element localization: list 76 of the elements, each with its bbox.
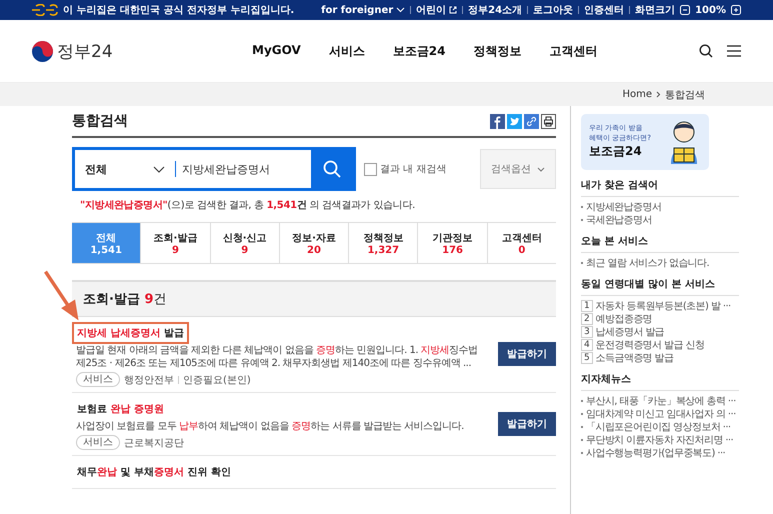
result-description: 사업장이 보험료를 모두 납부하여 체납액이 없음을 증명하는 서류를 발급받는 서비스입니다. bbox=[76, 420, 465, 433]
sidebar-link[interactable]: 사업수행능력평가(업무중복도) ··· bbox=[586, 446, 726, 460]
zoom-label: 화면크기 bbox=[635, 4, 676, 17]
search-icon[interactable] bbox=[699, 44, 713, 58]
chevron-down-icon bbox=[153, 166, 165, 172]
checkbox[interactable] bbox=[364, 162, 377, 176]
emblem-icon bbox=[32, 4, 58, 16]
top-link[interactable]: for foreigner bbox=[321, 4, 406, 16]
section-title: 조회·발급 9건 bbox=[83, 291, 167, 308]
nav-item[interactable]: 보조금24 bbox=[392, 42, 446, 60]
rank-number: 4 bbox=[581, 338, 593, 350]
sidebar-link[interactable]: 국세완납증명서 bbox=[586, 212, 652, 226]
rank-number: 2 bbox=[581, 312, 593, 324]
sidebar-link[interactable]: 예방접종증명 bbox=[596, 312, 652, 326]
result-title[interactable]: 채무완납 및 부채증명서 진위 확인 bbox=[72, 461, 236, 483]
meta-text: 행정안전부 bbox=[124, 374, 174, 386]
checkbox-label: 결과 내 재검색 bbox=[380, 163, 446, 176]
page-title: 통합검색 bbox=[72, 112, 128, 130]
search-field[interactable]: 전체 지방세완납증명서 bbox=[72, 147, 356, 191]
sidebar-heading: 지자체뉴스 bbox=[581, 372, 739, 391]
meta-text: 근로복지공단 bbox=[124, 436, 184, 450]
sidebar-link[interactable]: 지방세완납증명서 bbox=[586, 200, 662, 214]
logo-text[interactable]: 정부24 bbox=[57, 40, 113, 62]
zoom-value: 100% bbox=[695, 4, 726, 16]
top-link[interactable]: 어린이 bbox=[416, 3, 458, 17]
breadcrumb-item[interactable]: 통합검색 bbox=[665, 88, 705, 102]
scope-dropdown[interactable]: 전체 bbox=[75, 162, 175, 176]
sidebar-heading: 오늘 본 서비스 bbox=[581, 234, 739, 253]
sidebar-link[interactable]: 최근 열람 서비스가 없습니다. bbox=[586, 256, 710, 270]
link-icon[interactable] bbox=[524, 114, 539, 128]
sidebar-link[interactable]: 소득금액증명 발급 bbox=[596, 350, 674, 364]
menu-icon[interactable] bbox=[727, 45, 741, 57]
sidebar-link[interactable]: 운전경력증명서 발급 신청 bbox=[596, 338, 704, 352]
tag: 서비스 bbox=[76, 372, 120, 387]
caret-icon bbox=[396, 7, 406, 13]
tag: 서비스 bbox=[76, 435, 120, 450]
zoom-in-icon[interactable] bbox=[731, 5, 741, 15]
top-link[interactable]: 정부24소개 bbox=[468, 3, 522, 17]
facebook-icon[interactable] bbox=[490, 114, 505, 128]
chevron-down-icon bbox=[537, 166, 545, 172]
search-options-button[interactable]: 검색옵션 bbox=[480, 149, 556, 189]
sidebar-link[interactable]: 임대차계약 미신고 임대사업자 의 ··· bbox=[586, 406, 736, 420]
banner-title: 보조금24 bbox=[589, 142, 643, 160]
print-icon[interactable] bbox=[541, 114, 556, 128]
external-link-icon bbox=[449, 6, 458, 14]
sidebar-link[interactable]: 부산시, 태풍「카눈」복상에 총력 ··· bbox=[586, 394, 736, 408]
twitter-icon[interactable] bbox=[507, 114, 522, 128]
result-title[interactable]: 보험료 완납 증명원 bbox=[72, 398, 169, 420]
issue-button[interactable]: 발급하기 bbox=[498, 342, 556, 366]
rank-number: 5 bbox=[581, 352, 593, 364]
sidebar-link[interactable]: 무단방치 이륜자동차 자진처리명 ··· bbox=[586, 432, 734, 446]
chevron-icon bbox=[656, 91, 661, 98]
top-link[interactable]: 로그아웃 bbox=[533, 3, 574, 17]
taegeuk-icon bbox=[32, 40, 53, 62]
rank-number: 1 bbox=[581, 300, 593, 312]
sidebar-link[interactable]: 자동차 등록원부등본(초본) 발 ··· bbox=[596, 298, 731, 312]
sidebar-link[interactable]: 「시립포은어린이집 영상정보처 ··· bbox=[586, 420, 730, 434]
meta-text: 인증필요(본인) bbox=[183, 374, 251, 386]
official-notice: 이 누리집은 대한민국 공식 전자정부 누리집입니다. bbox=[63, 4, 294, 17]
zoom-out-icon[interactable] bbox=[680, 5, 690, 15]
rank-number: 3 bbox=[581, 326, 593, 338]
result-summary: "지방세완납증명서"(으)로 검색한 결과, 총 1,541건 의 검색결과가 있습니다. bbox=[80, 199, 416, 212]
result-description: 발급일 현재 아래의 금액을 제외한 다른 체납액이 없음을 증명하는 민원입니다. 1. 지방세징수법 제25조 · 제26조 또는 제105조에 따른 유예액 2. 채무자회생법 제140조에 따른 징수유예액 ... bbox=[76, 344, 479, 370]
sidebar-heading: 동일 연령대별 많이 본 서비스 bbox=[581, 277, 739, 296]
result-title[interactable]: 지방세 납세증명서 발급 bbox=[72, 322, 189, 344]
sidebar-link[interactable]: 납세증명서 발급 bbox=[596, 324, 664, 338]
breadcrumb-item[interactable]: Home bbox=[622, 89, 652, 100]
search-button[interactable] bbox=[311, 150, 353, 188]
nav-item[interactable]: MyGOV bbox=[252, 42, 301, 60]
sidebar-heading: 내가 찾은 검색어 bbox=[581, 178, 739, 197]
nav-item[interactable]: 정책정보 bbox=[473, 42, 522, 60]
top-link[interactable]: 인증센터 bbox=[584, 3, 624, 17]
nav-item[interactable]: 서비스 bbox=[328, 42, 365, 60]
search-icon bbox=[323, 160, 341, 178]
issue-button[interactable]: 발급하기 bbox=[498, 412, 556, 436]
nav-item[interactable]: 고객센터 bbox=[549, 42, 598, 60]
